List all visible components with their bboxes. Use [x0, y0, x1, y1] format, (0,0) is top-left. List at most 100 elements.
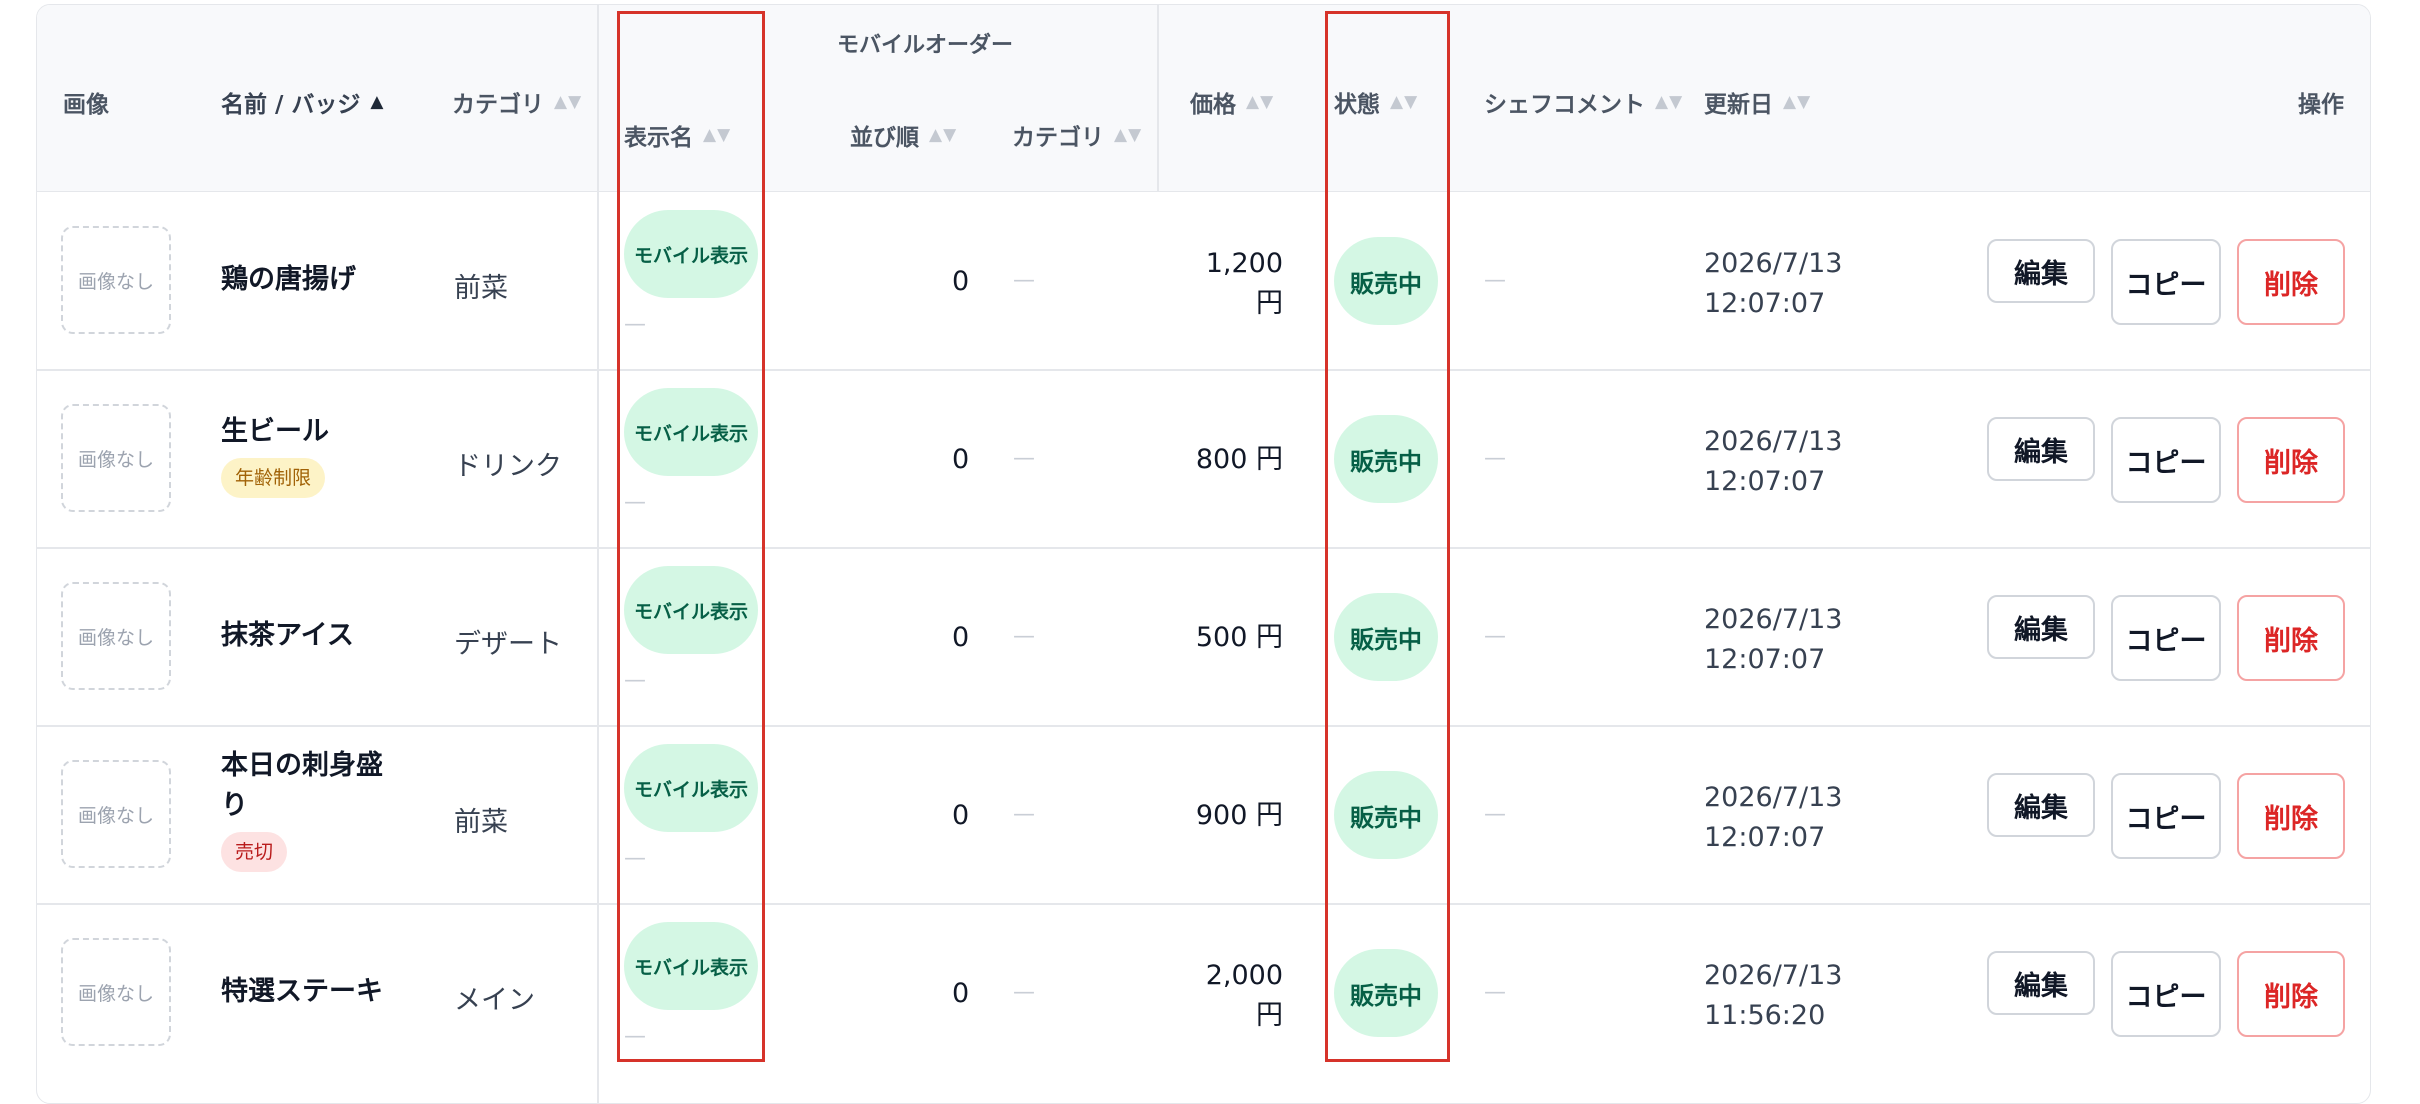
- image-placeholder: 画像なし: [61, 938, 171, 1046]
- col-updated[interactable]: 更新日 ▲▼: [1704, 85, 1811, 119]
- table-row: 画像なし 抹茶アイス デザート モバイル表示 — 0 — 500 円 販売中 —…: [37, 548, 2370, 726]
- chef-comment-value: —: [1484, 980, 1506, 1005]
- sort-order-value: 0: [952, 800, 970, 831]
- copy-button[interactable]: コピー: [2111, 951, 2221, 1037]
- col-actions: 操作: [2298, 92, 2344, 118]
- col-name-badge[interactable]: 名前 / バッジ ▲: [221, 85, 385, 119]
- delete-button[interactable]: 削除: [2237, 951, 2345, 1037]
- sort-icon: ▲▼: [703, 125, 732, 145]
- mobile-category-value: —: [1013, 268, 1035, 293]
- col-category[interactable]: カテゴリ ▲▼: [452, 85, 582, 119]
- price-value: 800 円: [1195, 444, 1283, 475]
- mobile-category-value: —: [1013, 980, 1035, 1005]
- edit-button[interactable]: 編集: [1987, 773, 2095, 837]
- sort-order-value: 0: [952, 444, 970, 475]
- display-name-empty: —: [624, 668, 646, 693]
- item-category: ドリンク: [454, 451, 562, 482]
- sort-order-value: 0: [952, 978, 970, 1009]
- col-status[interactable]: 状態 ▲▼: [1334, 85, 1418, 119]
- delete-button[interactable]: 削除: [2237, 239, 2345, 325]
- mobile-order-group-label: モバイルオーダー: [837, 33, 1014, 58]
- mobile-category-value: —: [1013, 446, 1035, 471]
- sort-icon: ▲▼: [1390, 92, 1419, 112]
- status-badge: 販売中: [1334, 237, 1438, 325]
- item-category: デザート: [454, 629, 562, 660]
- copy-button[interactable]: コピー: [2111, 595, 2221, 681]
- price-value: 900 円: [1195, 800, 1283, 831]
- display-name-empty: —: [624, 490, 646, 515]
- sort-order-value: 0: [952, 622, 970, 653]
- table-row: 画像なし 生ビール 年齢制限 ドリンク モバイル表示 — 0 — 800 円 販売…: [37, 370, 2370, 548]
- chef-comment-value: —: [1484, 268, 1506, 293]
- edit-button[interactable]: 編集: [1987, 951, 2095, 1015]
- display-name-empty: —: [624, 312, 646, 337]
- col-display-name[interactable]: 表示名 ▲▼: [624, 118, 731, 152]
- copy-button[interactable]: コピー: [2111, 417, 2221, 503]
- sold-out-badge: 売切: [221, 832, 288, 872]
- sort-icon: ▲▼: [1783, 92, 1812, 112]
- col-image: 画像: [63, 92, 109, 118]
- display-name-empty: —: [624, 846, 646, 871]
- mobile-category-value: —: [1013, 624, 1035, 649]
- image-placeholder: 画像なし: [61, 404, 171, 512]
- status-badge: 販売中: [1334, 949, 1438, 1037]
- updated-date: 2026/7/13 11:56:20: [1704, 960, 1843, 1031]
- col-mobile-category[interactable]: カテゴリ ▲▼: [1012, 118, 1142, 152]
- updated-date: 2026/7/13 12:07:07: [1704, 782, 1843, 853]
- delete-button[interactable]: 削除: [2237, 773, 2345, 859]
- menu-table: 画像 名前 / バッジ ▲ カテゴリ ▲▼ モバイルオーダー 表示名 ▲▼ 並び順 ▲▼…: [36, 4, 2371, 1104]
- sort-icon: ▲▼: [1114, 125, 1143, 145]
- copy-button[interactable]: コピー: [2111, 773, 2221, 859]
- status-badge: 販売中: [1334, 771, 1438, 859]
- sort-icon: ▲▼: [1246, 92, 1275, 112]
- image-placeholder: 画像なし: [61, 226, 171, 334]
- display-name-empty: —: [624, 1024, 646, 1049]
- item-category: 前菜: [454, 273, 508, 304]
- col-sort-order[interactable]: 並び順 ▲▼: [850, 118, 957, 152]
- table-row: 画像なし 鶏の唐揚げ 前菜 モバイル表示 — 0 — 1,200 円 販売中 — …: [37, 192, 2370, 370]
- sort-icon: ▲▼: [1655, 92, 1684, 112]
- price-value: 2,000 円: [1205, 960, 1283, 1031]
- item-name: 生ビール 年齢制限: [221, 412, 411, 498]
- delete-button[interactable]: 削除: [2237, 417, 2345, 503]
- edit-button[interactable]: 編集: [1987, 239, 2095, 303]
- price-value: 500 円: [1195, 622, 1283, 653]
- updated-date: 2026/7/13 12:07:07: [1704, 604, 1843, 675]
- item-name: 鶏の唐揚げ: [221, 264, 356, 295]
- mobile-display-badge: モバイル表示: [624, 210, 758, 298]
- copy-button[interactable]: コピー: [2111, 239, 2221, 325]
- status-badge: 販売中: [1334, 593, 1438, 681]
- item-name: 抹茶アイス: [221, 620, 354, 651]
- group-divider: [1157, 5, 1159, 191]
- col-chef-comment[interactable]: シェフコメント ▲▼: [1484, 85, 1683, 119]
- item-name: 特選ステーキ: [221, 976, 383, 1007]
- price-value: 1,200 円: [1205, 248, 1283, 319]
- item-category: メイン: [454, 985, 535, 1016]
- table-header: 画像 名前 / バッジ ▲ カテゴリ ▲▼ モバイルオーダー 表示名 ▲▼ 並び順 ▲▼…: [37, 5, 2370, 192]
- item-name: 本日の刺身盛り 売切: [221, 746, 391, 872]
- chef-comment-value: —: [1484, 624, 1506, 649]
- col-price[interactable]: 価格 ▲▼: [1190, 85, 1274, 119]
- mobile-display-badge: モバイル表示: [624, 744, 758, 832]
- item-category: 前菜: [454, 807, 508, 838]
- sort-icon: ▲▼: [554, 92, 583, 112]
- edit-button[interactable]: 編集: [1987, 417, 2095, 481]
- sort-asc-icon: ▲: [370, 92, 385, 112]
- mobile-display-badge: モバイル表示: [624, 388, 758, 476]
- updated-date: 2026/7/13 12:07:07: [1704, 248, 1843, 319]
- chef-comment-value: —: [1484, 802, 1506, 827]
- updated-date: 2026/7/13 12:07:07: [1704, 426, 1843, 497]
- delete-button[interactable]: 削除: [2237, 595, 2345, 681]
- mobile-display-badge: モバイル表示: [624, 566, 758, 654]
- mobile-display-badge: モバイル表示: [624, 922, 758, 1010]
- edit-button[interactable]: 編集: [1987, 595, 2095, 659]
- mobile-category-value: —: [1013, 802, 1035, 827]
- sort-icon: ▲▼: [929, 125, 958, 145]
- table-row: 画像なし 本日の刺身盛り 売切 前菜 モバイル表示 — 0 — 900 円 販売中…: [37, 726, 2370, 904]
- age-restriction-badge: 年齢制限: [221, 458, 326, 498]
- chef-comment-value: —: [1484, 446, 1506, 471]
- image-placeholder: 画像なし: [61, 760, 171, 868]
- sort-order-value: 0: [952, 266, 970, 297]
- table-row: 画像なし 特選ステーキ メイン モバイル表示 — 0 — 2,000 円 販売中 …: [37, 904, 2370, 1082]
- image-placeholder: 画像なし: [61, 582, 171, 690]
